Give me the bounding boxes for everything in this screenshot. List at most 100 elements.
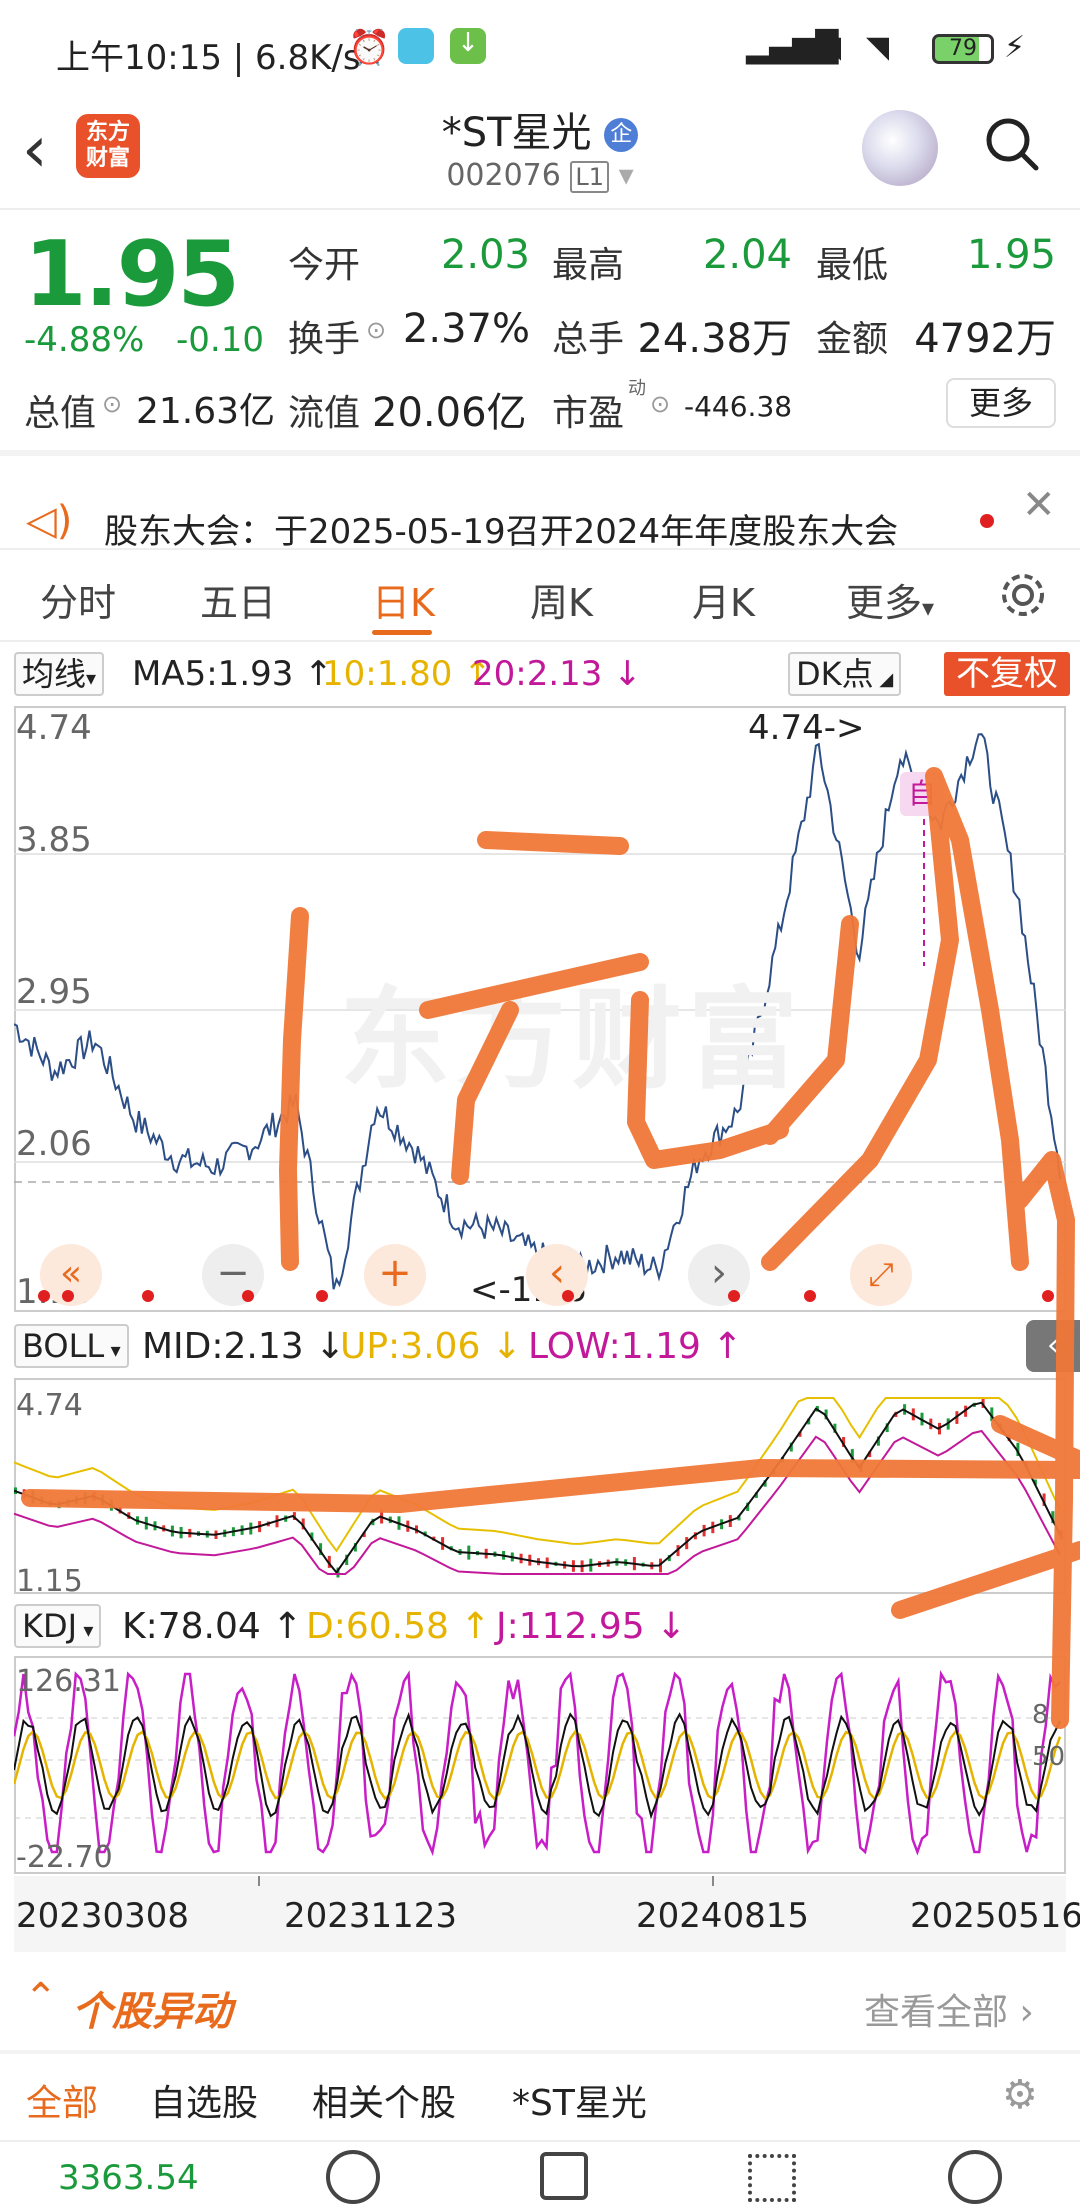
candle [1060,1530,1063,1540]
kdj-k-line [14,1711,1061,1820]
movement-tabs: 全部 自选股 相关个股 *ST星光 ⚙ [0,2060,1080,2130]
grid-icon[interactable] [748,2154,796,2202]
chevron-right-icon: › [1019,1992,1034,2033]
view-all-label: 查看全部 [864,1992,1009,2033]
kdj-y-bottom: -22.70 [16,1840,113,1875]
edit-icon[interactable] [540,2152,588,2200]
boll-low: LOW:1.19 ↑ [528,1326,743,1367]
close-icon[interactable]: ✕ [1022,482,1056,528]
amount-value: 4792万 [914,316,1056,362]
tab-monthly-k[interactable]: 月K [692,572,755,627]
boll-up: UP:3.06 ↓ [340,1326,522,1367]
info-icon[interactable]: ⊙ [366,316,386,344]
alarm-icon: ⏰ [348,28,391,68]
info-icon[interactable]: ⊙ [650,390,670,418]
x-date: 20231123 [284,1896,458,1936]
turnover-value: 2.37% [402,306,530,352]
float-cap-label: 流值 [288,393,361,434]
change-pct: -4.88% [24,320,145,360]
battery-icon: 79 [932,34,994,64]
boll-mid: MID:2.13 ↓ [142,1326,346,1367]
charging-icon: ⚡ [1004,30,1026,65]
notice-bar[interactable]: ◁) 股东大会：于2025-05-19召开2024年年度股东大会 ✕ [0,482,1080,552]
open-label: 今开 [288,245,361,286]
level-badge: L1 [570,161,610,193]
caret-down-icon: ▾ [77,1618,94,1642]
max-price-label: 4.74-> [748,708,865,748]
low-value: 1.95 [966,232,1056,278]
chart-tabs: 分时 五日 日K 周K 月K 更多▾ [0,560,1080,640]
low-label: 最低 [816,245,889,286]
trade-icon[interactable] [326,2150,380,2204]
notice-text: 股东大会：于2025-05-19召开2024年年度股东大会 [104,512,899,552]
tab-all[interactable]: 全部 [26,2074,98,2126]
kdj-y-top: 126.31 [16,1664,121,1699]
download-icon: ↓ [450,28,486,64]
boll-select[interactable]: BOLL ▾ [14,1324,129,1368]
pe-label: 市盈 [552,393,625,434]
high-label: 最高 [552,245,625,286]
settings-icon[interactable] [998,570,1048,620]
view-all-link[interactable]: 查看全部 › [864,1983,1034,2035]
active-tab-underline [372,630,432,635]
ma5-value: MA5:1.93 ↑ [132,654,333,694]
dk-point-select[interactable]: DK点 ◢ [788,652,902,696]
tab-this-stock[interactable]: *ST星光 [512,2074,647,2126]
info-icon[interactable]: ⊙ [102,390,122,418]
y-tick: 3.85 [16,820,92,860]
boll-lower-line [14,1429,1061,1575]
index-value[interactable]: 3363.54 [58,2158,199,2198]
y-tick: 4.74 [16,708,92,748]
gear-icon[interactable]: ⚙ [1002,2072,1038,2118]
more-icon[interactable] [948,2150,1002,2204]
y-tick: 2.95 [16,972,92,1012]
tab-five-day[interactable]: 五日 [200,572,276,627]
caret-down-icon: ▾ [86,666,97,690]
kdj-chart[interactable] [14,1656,1066,1874]
hotspot-icon: ◥ [866,30,890,65]
bottom-toolbar: 3363.54 [0,2150,1080,2204]
boll-select-label: BOLL [22,1327,105,1365]
chevron-up-icon[interactable]: ⌃ [24,1975,58,2021]
caret-down-icon: ▾ [922,594,935,622]
kdj-d: D:60.58 ↑ [306,1606,491,1647]
float-cap-value: 20.06亿 [372,390,527,436]
amount-label: 金额 [816,319,889,360]
current-price: 1.95 [24,222,240,327]
stock-code: 002076 [446,158,561,193]
search-icon[interactable] [984,116,1040,172]
stock-name: *ST星光 [441,110,592,156]
more-quote-button[interactable]: 更多 [946,378,1056,428]
status-time: 上午10:15 | 6.8K/s [56,38,361,78]
stock-header: ‹ 东方财富 *ST星光 企 002076 L1 ▾ [0,100,1080,210]
kdj-j: J:112.95 ↓ [496,1606,687,1647]
ma-select[interactable]: 均线▾ [14,652,105,696]
ma10-value: 10:1.80 ↑ [322,654,492,694]
no-adjust-button[interactable]: 不复权 [944,652,1070,696]
boll-chart[interactable] [14,1378,1066,1594]
tab-watchlist[interactable]: 自选股 [150,2074,258,2126]
tab-related[interactable]: 相关个股 [312,2074,456,2126]
assistant-robot-icon[interactable] [862,110,938,186]
boll-indicator-row: BOLL ▾ MID:2.13 ↓ UP:3.06 ↓ LOW:1.19 ↑ ‹ [0,1320,1080,1376]
kdj-select[interactable]: KDJ ▾ [14,1604,102,1648]
tab-intraday[interactable]: 分时 [40,572,116,627]
turnover-label: 换手 [288,319,361,360]
ma20-value: 20:2.13 ↓ [472,654,642,694]
event-dots [38,1290,1068,1304]
ma-indicator-row: 均线▾ MA5:1.93 ↑ 10:1.80 ↑ 20:2.13 ↓ DK点 ◢… [0,648,1080,704]
divider [0,208,1080,210]
dk-label: DK点 [796,655,874,693]
tab-daily-k[interactable]: 日K [372,572,435,627]
x-date: 20230308 [16,1896,190,1936]
caret-icon: ◢ [873,669,894,690]
enterprise-badge: 企 [604,118,639,152]
kdj-k: K:78.04 ↑ [122,1606,303,1647]
self-select-marker[interactable]: 自 [900,772,944,816]
side-panel-toggle[interactable]: ‹ [1026,1320,1080,1372]
tab-weekly-k[interactable]: 周K [530,572,593,627]
volume-label: 总手 [552,319,625,360]
divider [0,2050,1080,2054]
tab-more[interactable]: 更多▾ [846,572,934,627]
app-notify-icon [398,28,434,64]
